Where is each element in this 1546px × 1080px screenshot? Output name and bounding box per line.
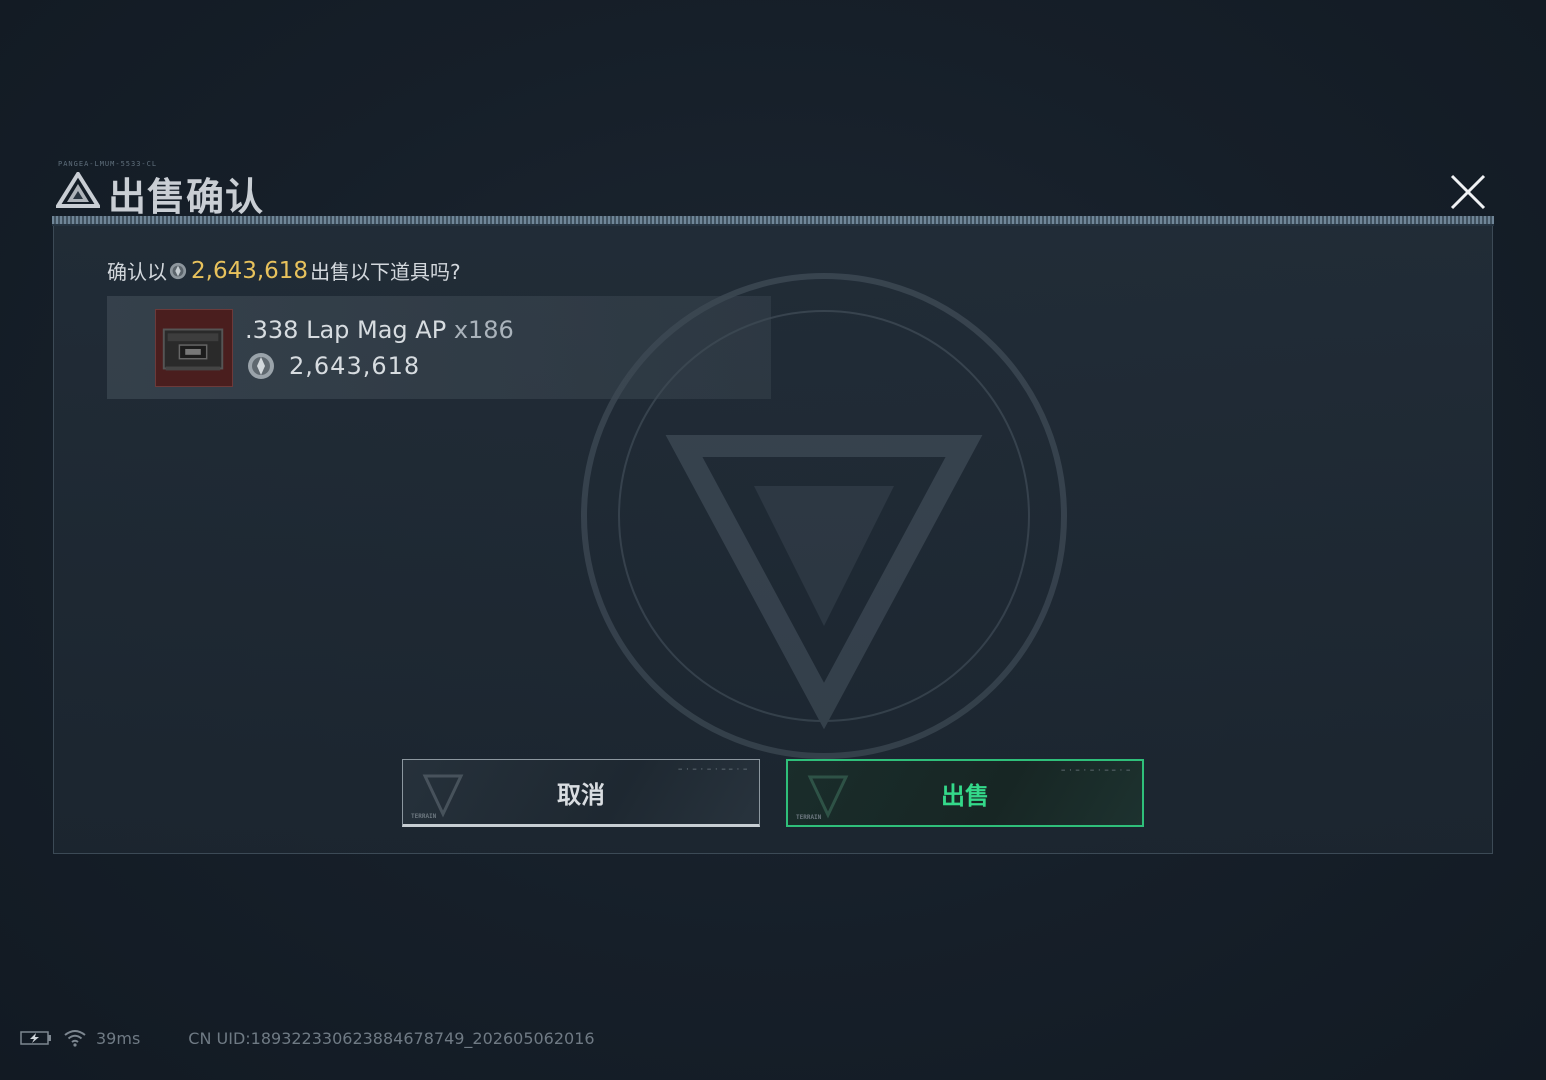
wifi-icon [64, 1030, 86, 1047]
emblem-decor-icon [807, 775, 849, 819]
battery-charging-icon [20, 1031, 51, 1045]
ammo-box-icon [162, 328, 224, 371]
dialog-header: PANGEA-LMUM-5533-CL 出售确认 [52, 160, 1502, 219]
cancel-button[interactable]: — · — · — · — — · — TERRAIN 取消 [402, 759, 760, 827]
close-icon[interactable] [1448, 172, 1488, 212]
uid-text: CN UID:18932233062388467874​9_2026050620… [188, 1028, 595, 1048]
dialog-body: 确认以 2,643,618 出售以下道具吗? .338 Lap Mag AP x… [53, 226, 1493, 854]
game-screen: PANGEA-LMUM-5533-CL 出售确认 确认以 2,643,618 出… [0, 0, 1546, 1080]
button-deco-small: TERRAIN [796, 814, 822, 821]
header-divider [52, 216, 1494, 226]
item-card: .338 Lap Mag AP x186 2,643,618 [107, 296, 771, 399]
confirm-prefix: 确认以 [107, 260, 167, 284]
confirm-suffix: 出售以下道具吗? [310, 260, 461, 284]
item-quantity: x186 [453, 316, 514, 344]
item-price: 2,643,618 [289, 352, 421, 380]
item-thumbnail [155, 309, 233, 387]
cancel-label: 取消 [557, 780, 605, 809]
ping-text: 39ms [96, 1028, 141, 1048]
item-name: .338 Lap Mag AP x186 [245, 316, 514, 344]
status-bar: 39ms CN UID:18932233062388467874​9_20260… [20, 1026, 595, 1050]
coin-icon [169, 262, 187, 279]
sell-label: 出售 [941, 781, 989, 810]
confirm-message: 确认以 2,643,618 出售以下道具吗? [107, 256, 461, 285]
coin-icon [248, 353, 274, 379]
sell-button[interactable]: — · — · — · — — · — TERRAIN 出售 [786, 759, 1144, 827]
triangle-logo-icon [56, 172, 100, 208]
emblem-decor-icon [422, 774, 464, 818]
button-deco-code: — · — · — · — — · — [678, 766, 747, 773]
button-deco-small: TERRAIN [411, 813, 437, 820]
button-deco-code: — · — · — · — — · — [1061, 767, 1130, 774]
confirm-amount: 2,643,618 [191, 257, 309, 284]
dialog-title: 出售确认 [108, 175, 265, 219]
item-price-row: 2,643,618 [247, 352, 420, 380]
item-name-text: .338 Lap Mag AP [245, 316, 454, 344]
